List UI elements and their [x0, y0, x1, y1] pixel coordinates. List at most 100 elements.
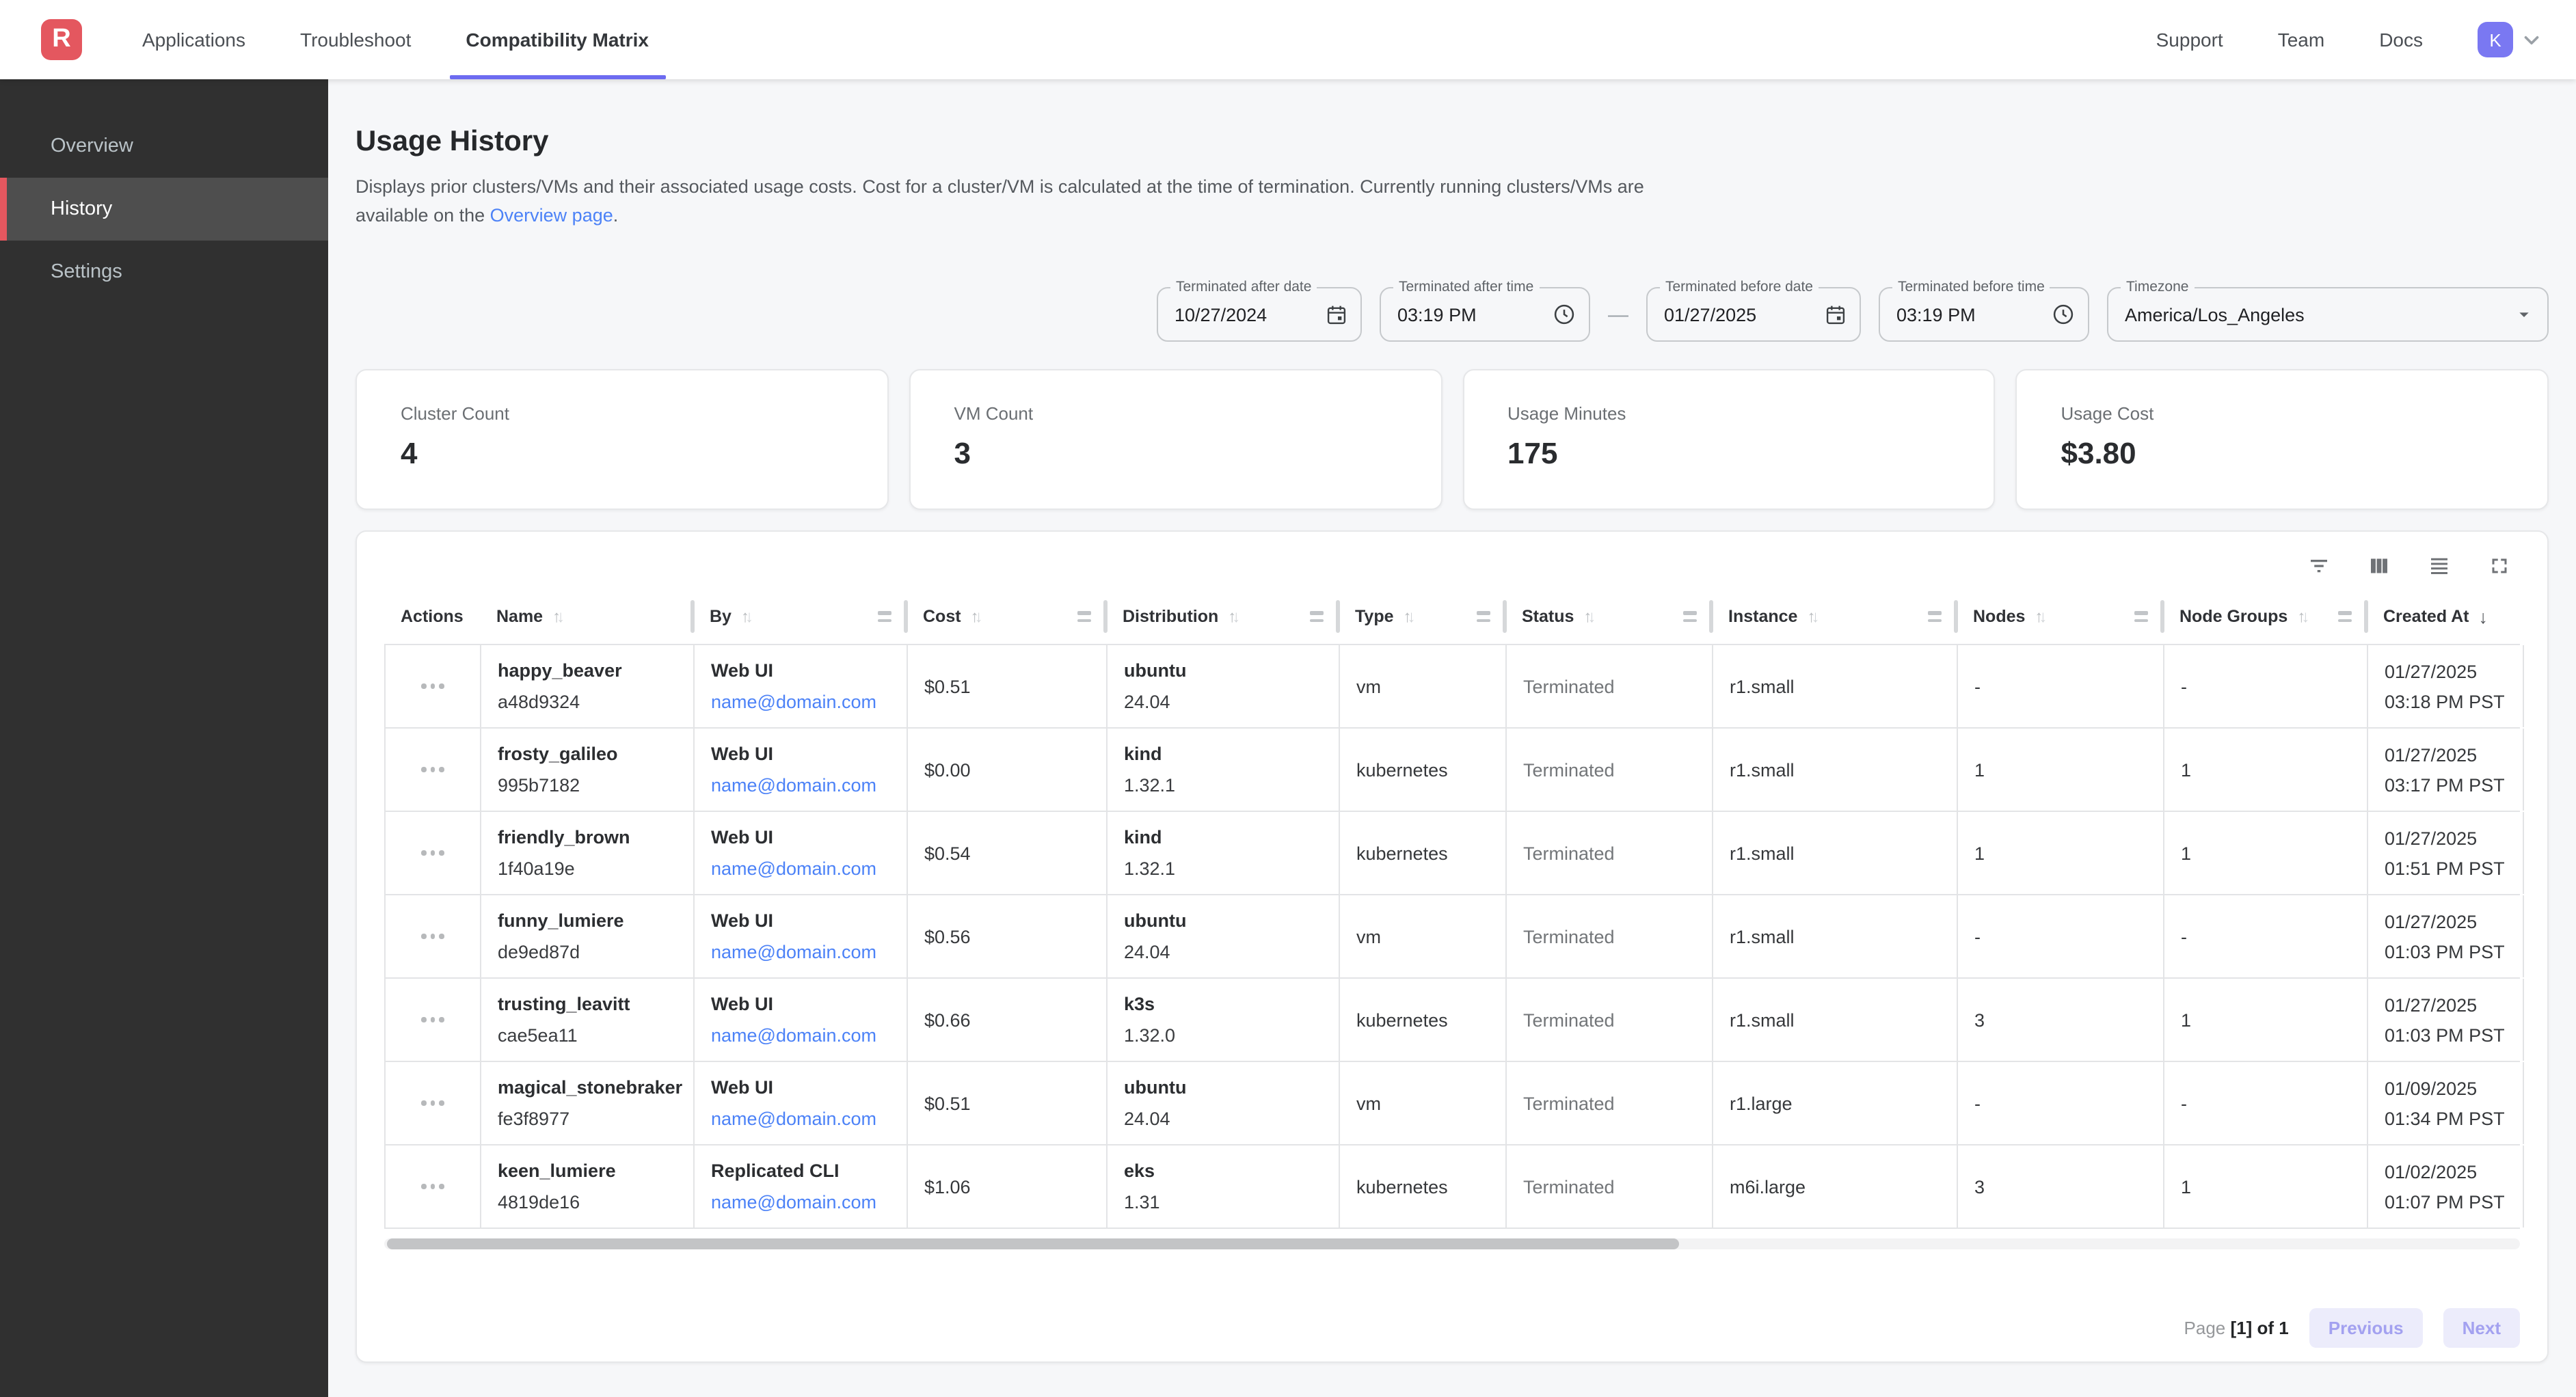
sort-desc-icon[interactable]: ↓ — [2479, 606, 2488, 627]
nodes-value: - — [1974, 673, 2147, 699]
density-icon[interactable] — [2427, 554, 2452, 578]
column-header-instance[interactable]: Instance↑↓ — [1712, 589, 1957, 644]
column-header-status[interactable]: Status↑↓ — [1505, 589, 1712, 644]
replicated-logo-icon[interactable]: R — [41, 19, 82, 60]
row-actions-button[interactable] — [386, 645, 481, 727]
sort-arrows-icon[interactable]: ↑↓ — [552, 607, 561, 626]
filter-terminated-before-time[interactable]: Terminated before time03:19 PM — [1879, 287, 2089, 342]
tab-applications[interactable]: Applications — [115, 0, 273, 79]
column-menu-handle-icon[interactable] — [2134, 611, 2148, 622]
created-by-email-link[interactable]: name@domain.com — [711, 1105, 890, 1132]
row-actions-button[interactable] — [386, 1145, 481, 1228]
stat-card-vm-count: VM Count3 — [909, 369, 1443, 510]
row-actions-button[interactable] — [386, 729, 481, 811]
column-header-label: Distribution — [1123, 607, 1218, 626]
column-menu-handle-icon[interactable] — [878, 611, 891, 622]
fullscreen-icon[interactable] — [2487, 554, 2512, 578]
calendar-icon[interactable] — [1325, 303, 1348, 326]
filter-value[interactable]: 03:19 PM — [1896, 304, 2040, 325]
filter-icon[interactable] — [2307, 554, 2331, 578]
created-by-source: Web UI — [711, 824, 890, 851]
column-header-name[interactable]: Name↑↓ — [480, 589, 693, 644]
avatar[interactable]: K — [2478, 22, 2513, 57]
sort-arrows-icon[interactable]: ↑↓ — [1807, 607, 1815, 626]
sort-arrows-icon[interactable]: ↑↓ — [1583, 607, 1592, 626]
sort-arrows-icon[interactable]: ↑↓ — [1228, 607, 1236, 626]
created-date: 01/27/2025 — [2385, 658, 2506, 684]
created-by-email-link[interactable]: name@domain.com — [711, 688, 890, 716]
row-actions-button[interactable] — [386, 895, 481, 977]
column-menu-handle-icon[interactable] — [1928, 611, 1942, 622]
horizontal-scrollbar-thumb[interactable] — [387, 1238, 1679, 1249]
column-header-by[interactable]: By↑↓ — [693, 589, 907, 644]
nav-link-support[interactable]: Support — [2156, 29, 2223, 51]
created-by-email-link[interactable]: name@domain.com — [711, 1189, 890, 1216]
column-header-nodes[interactable]: Nodes ↑↓ — [1957, 589, 2163, 644]
sort-arrows-icon[interactable]: ↑↓ — [971, 607, 979, 626]
filter-label: Terminated before date — [1660, 279, 1819, 295]
cell-name: magical_stonebrakerfe3f8977 — [481, 1062, 695, 1144]
overview-page-link[interactable]: Overview page — [490, 205, 613, 226]
filter-timezone[interactable]: TimezoneAmerica/Los_Angeles — [2107, 287, 2549, 342]
cell-cost: $0.51 — [908, 1062, 1108, 1144]
column-header-cost[interactable]: Cost↑↓ — [907, 589, 1106, 644]
filter-terminated-before-date[interactable]: Terminated before date01/27/2025 — [1646, 287, 1861, 342]
column-header-created-at[interactable]: Created At↓ — [2367, 589, 2523, 644]
cell-distribution: ubuntu24.04 — [1108, 895, 1340, 977]
column-menu-handle-icon[interactable] — [1310, 611, 1324, 622]
column-menu-handle-icon[interactable] — [1477, 611, 1490, 622]
clock-icon[interactable] — [2051, 302, 2076, 327]
column-header-type[interactable]: Type↑↓ — [1339, 589, 1505, 644]
horizontal-scrollbar-track[interactable] — [384, 1238, 2520, 1249]
ellipsis-dot-icon — [422, 768, 427, 772]
sort-arrows-icon[interactable]: ↑↓ — [2297, 607, 2305, 626]
dropdown-arrow-icon[interactable] — [2513, 303, 2535, 325]
cell-node-groups: 1 — [2164, 729, 2368, 811]
cell-node-groups: - — [2164, 1062, 2368, 1144]
column-menu-handle-icon[interactable] — [1077, 611, 1091, 622]
next-page-button[interactable]: Next — [2443, 1307, 2520, 1347]
row-actions-button[interactable] — [386, 1062, 481, 1144]
row-actions-button[interactable] — [386, 979, 481, 1061]
previous-page-button[interactable]: Previous — [2309, 1307, 2423, 1347]
sort-arrows-icon[interactable]: ↑↓ — [2035, 607, 2043, 626]
filter-terminated-after-date[interactable]: Terminated after date10/27/2024 — [1157, 287, 1362, 342]
table-row: friendly_brown1f40a19eWeb UIname@domain.… — [384, 812, 2520, 895]
columns-icon[interactable] — [2367, 554, 2391, 578]
sidebar-item-overview[interactable]: Overview — [0, 115, 328, 178]
account-menu-button[interactable]: K — [2478, 22, 2543, 57]
sort-arrows-icon[interactable]: ↑↓ — [741, 607, 749, 626]
sort-down-arrow: ↓ — [1587, 607, 1592, 626]
tab-troubleshoot[interactable]: Troubleshoot — [273, 0, 438, 79]
calendar-icon[interactable] — [1824, 303, 1847, 326]
tab-compatibility-matrix[interactable]: Compatibility Matrix — [438, 0, 676, 79]
row-actions-button[interactable] — [386, 812, 481, 894]
created-by-email-link[interactable]: name@domain.com — [711, 855, 890, 882]
clock-icon[interactable] — [1552, 302, 1577, 327]
filter-value[interactable]: 01/27/2025 — [1664, 304, 1813, 325]
column-menu-handle-icon[interactable] — [1683, 611, 1697, 622]
filter-terminated-after-time[interactable]: Terminated after time03:19 PM — [1380, 287, 1590, 342]
cell-cost: $0.51 — [908, 645, 1108, 727]
sort-arrows-icon[interactable]: ↑↓ — [1404, 607, 1412, 626]
chevron-down-icon[interactable] — [2520, 28, 2543, 51]
created-time: 01:03 PM PST — [2385, 1022, 2506, 1048]
created-by-email-link[interactable]: name@domain.com — [711, 772, 890, 799]
column-header-node-groups[interactable]: Node Groups↑↓ — [2163, 589, 2367, 644]
nav-link-team[interactable]: Team — [2278, 29, 2324, 51]
created-by-email-link[interactable]: name@domain.com — [711, 1022, 890, 1049]
created-by-email-link[interactable]: name@domain.com — [711, 938, 890, 966]
filter-value[interactable]: 10/27/2024 — [1175, 304, 1314, 325]
nav-link-docs[interactable]: Docs — [2379, 29, 2423, 51]
sort-down-arrow: ↓ — [2039, 607, 2043, 626]
sidebar-item-settings[interactable]: Settings — [0, 241, 328, 303]
cell-by: Web UIname@domain.com — [695, 1062, 908, 1144]
filter-value[interactable]: America/Los_Angeles — [2125, 304, 2502, 325]
created-time: 01:34 PM PST — [2385, 1105, 2506, 1131]
filter-value[interactable]: 03:19 PM — [1397, 304, 1541, 325]
sidebar-item-history[interactable]: History — [0, 178, 328, 241]
column-header-label: Nodes — [1973, 607, 2025, 626]
column-header-distribution[interactable]: Distribution ↑↓ — [1106, 589, 1339, 644]
column-menu-handle-icon[interactable] — [2338, 611, 2352, 622]
status-value: Terminated — [1523, 673, 1695, 699]
